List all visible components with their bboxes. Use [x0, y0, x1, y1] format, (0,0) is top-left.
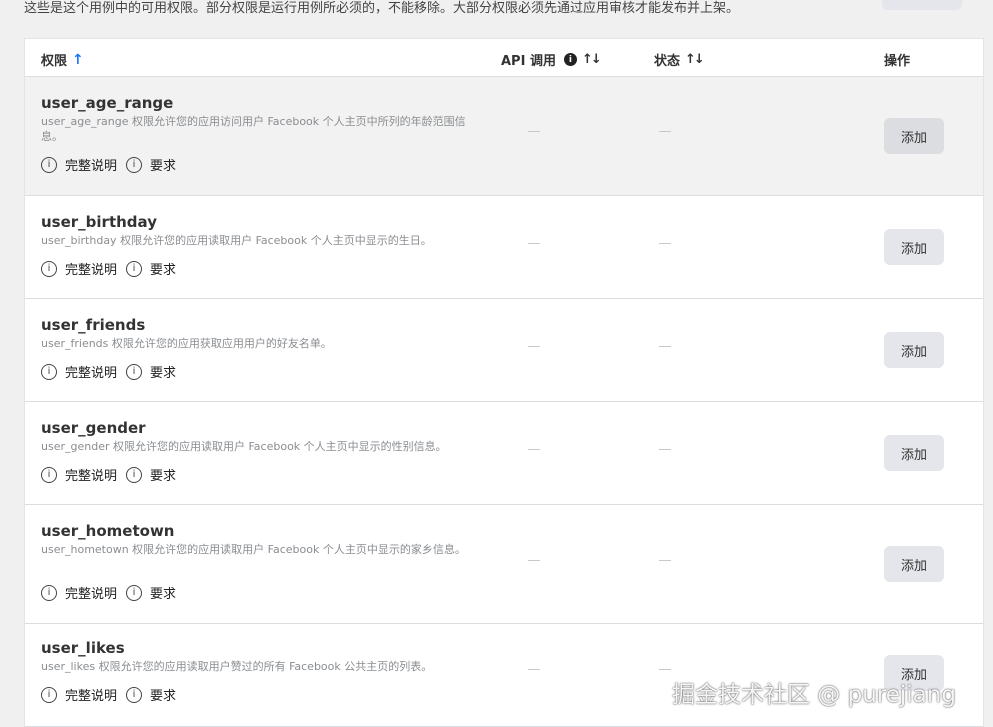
api-calls-empty [528, 346, 540, 347]
add-button[interactable]: 添加 [884, 435, 944, 471]
requirements-label: 要求 [150, 689, 177, 704]
header-status-label: 状态 [654, 54, 681, 69]
full-description-label: 完整说明 [65, 469, 118, 484]
requirements-label: 要求 [150, 587, 177, 602]
full-description-label: 完整说明 [65, 587, 118, 602]
permission-name: user_birthday [41, 213, 157, 231]
add-button[interactable]: 添加 [884, 332, 944, 368]
row-links: i 完整说明 i 要求 [41, 685, 185, 704]
permission-description: user_likes 权限允许您的应用读取用户赞过的所有 Facebook 公共… [41, 660, 433, 673]
info-icon: i [126, 260, 143, 277]
info-icon: i [126, 686, 143, 703]
table-row: user_friends user_friends 权限允许您的应用获取应用用户… [25, 299, 983, 402]
table-row: user_age_range user_age_range 权限允许您的应用访问… [25, 77, 983, 196]
requirements-label: 要求 [150, 366, 177, 381]
header-status[interactable]: 状态 ↑↓ [654, 50, 705, 69]
table-row: user_birthday user_birthday 权限允许您的应用读取用户… [25, 196, 983, 299]
row-links: i 完整说明 i 要求 [41, 259, 185, 278]
requirements-link[interactable]: i 要求 [126, 259, 176, 278]
api-calls-empty [528, 669, 540, 670]
info-icon[interactable]: i [563, 53, 577, 66]
top-action-button[interactable] [882, 0, 962, 10]
row-links: i 完整说明 i 要求 [41, 583, 185, 602]
add-button[interactable]: 添加 [884, 118, 944, 154]
permission-name: user_age_range [41, 94, 174, 112]
full-description-link[interactable]: i 完整说明 [41, 465, 117, 484]
watermark: 掘金技术社区 @ purejiang [672, 682, 956, 708]
header-action-label: 操作 [884, 54, 911, 69]
full-description-link[interactable]: i 完整说明 [41, 155, 117, 174]
api-calls-empty [528, 243, 540, 244]
permission-name: user_likes [41, 639, 125, 657]
info-icon: i [41, 260, 57, 277]
permission-description: user_friends 权限允许您的应用获取应用用户的好友名单。 [41, 337, 332, 350]
full-description-link[interactable]: i 完整说明 [41, 685, 117, 704]
permission-description: user_birthday 权限允许您的应用读取用户 Facebook 个人主页… [41, 234, 432, 247]
sort-asc-icon[interactable]: ↑ [72, 52, 84, 68]
api-calls-empty [528, 131, 540, 132]
status-empty [659, 243, 671, 244]
sort-icon[interactable]: ↑↓ [685, 52, 705, 67]
full-description-label: 完整说明 [65, 159, 118, 174]
full-description-label: 完整说明 [65, 366, 118, 381]
header-api-label: API 调用 [501, 54, 556, 69]
status-empty [659, 131, 671, 132]
requirements-label: 要求 [150, 263, 177, 278]
requirements-label: 要求 [150, 159, 177, 174]
permission-description: user_gender 权限允许您的应用读取用户 Facebook 个人主页中显… [41, 440, 447, 453]
requirements-link[interactable]: i 要求 [126, 465, 176, 484]
api-calls-empty [528, 449, 540, 450]
info-icon: i [126, 363, 143, 380]
full-description-link[interactable]: i 完整说明 [41, 259, 117, 278]
info-icon: i [41, 686, 57, 703]
permissions-table: 权限 ↑ API 调用 i ↑↓ 状态 ↑↓ 操作 user_age_range… [24, 38, 984, 727]
requirements-link[interactable]: i 要求 [126, 362, 176, 381]
requirements-link[interactable]: i 要求 [126, 685, 176, 704]
info-icon: i [41, 156, 57, 173]
permission-name: user_hometown [41, 522, 175, 540]
permission-name: user_gender [41, 419, 146, 437]
header-permission-label: 权限 [41, 54, 68, 69]
table-row: user_hometown user_hometown 权限允许您的应用读取用户… [25, 505, 983, 624]
add-button[interactable]: 添加 [884, 229, 944, 265]
table-header: 权限 ↑ API 调用 i ↑↓ 状态 ↑↓ 操作 [25, 39, 983, 77]
status-empty [659, 449, 671, 450]
permission-description: user_hometown 权限允许您的应用读取用户 Facebook 个人主页… [41, 543, 466, 556]
requirements-label: 要求 [150, 469, 177, 484]
row-links: i 完整说明 i 要求 [41, 465, 185, 484]
header-action: 操作 [884, 50, 910, 69]
table-row: user_gender user_gender 权限允许您的应用读取用户 Fac… [25, 402, 983, 505]
info-icon: i [126, 466, 143, 483]
info-icon: i [126, 156, 143, 173]
status-empty [659, 669, 671, 670]
permission-description: user_age_range 权限允许您的应用访问用户 Facebook 个人主… [41, 115, 466, 143]
full-description-label: 完整说明 [65, 689, 118, 704]
requirements-link[interactable]: i 要求 [126, 583, 176, 602]
row-links: i 完整说明 i 要求 [41, 362, 185, 381]
add-button[interactable]: 添加 [884, 546, 944, 582]
permission-name: user_friends [41, 316, 146, 334]
full-description-label: 完整说明 [65, 263, 118, 278]
sort-icon[interactable]: ↑↓ [582, 52, 602, 67]
status-empty [659, 560, 671, 561]
api-calls-empty [528, 560, 540, 561]
info-icon: i [41, 466, 57, 483]
status-empty [659, 346, 671, 347]
requirements-link[interactable]: i 要求 [126, 155, 176, 174]
row-links: i 完整说明 i 要求 [41, 155, 185, 174]
intro-text: 这些是这个用例中的可用权限。部分权限是运行用例所必须的，不能移除。大部分权限必须… [24, 1, 740, 16]
full-description-link[interactable]: i 完整说明 [41, 583, 117, 602]
header-permission[interactable]: 权限 ↑ [41, 50, 84, 70]
full-description-link[interactable]: i 完整说明 [41, 362, 117, 381]
info-icon: i [41, 363, 57, 380]
header-api-calls[interactable]: API 调用 i ↑↓ [501, 50, 602, 69]
info-icon: i [41, 584, 57, 601]
info-icon: i [126, 584, 143, 601]
